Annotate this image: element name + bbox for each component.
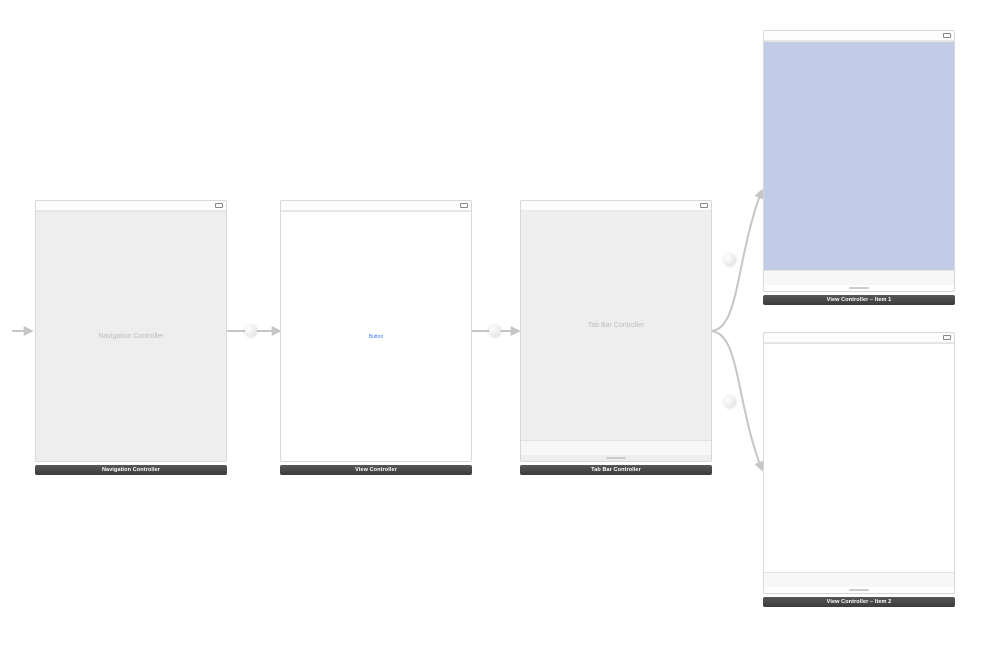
scene-navigation-controller[interactable]: Navigation Controller Navigation Control…	[35, 200, 227, 475]
content-area	[764, 42, 954, 270]
scene-frame: Tab Bar Controller	[520, 200, 712, 462]
storyboard-canvas[interactable]: Navigation Controller Navigation Control…	[0, 0, 985, 646]
battery-icon	[460, 203, 468, 208]
segue-tab-item1[interactable]	[724, 254, 736, 266]
scene-frame: Navigation Controller	[35, 200, 227, 462]
battery-icon	[700, 203, 708, 208]
battery-icon	[943, 335, 951, 340]
home-indicator	[764, 285, 954, 291]
home-indicator	[521, 455, 711, 461]
battery-icon	[943, 33, 951, 38]
status-bar	[764, 333, 954, 343]
content-area: Button	[281, 212, 471, 461]
scene-item-1[interactable]: View Controller – Item 1	[763, 30, 955, 305]
scene-item-2[interactable]: View Controller – Item 2	[763, 332, 955, 607]
battery-icon	[215, 203, 223, 208]
scene-label: View Controller	[280, 465, 472, 475]
status-bar	[36, 201, 226, 211]
placeholder-label: Navigation Controller	[36, 212, 226, 461]
scene-label: Navigation Controller	[35, 465, 227, 475]
tab-bar	[764, 572, 954, 587]
tab-bar	[521, 440, 711, 455]
scene-frame	[763, 30, 955, 292]
scene-label: View Controller – Item 1	[763, 295, 955, 305]
center-button[interactable]: Button	[363, 333, 389, 341]
scene-label: View Controller – Item 2	[763, 597, 955, 607]
scene-frame	[763, 332, 955, 594]
scene-label: Tab Bar Controller	[520, 465, 712, 475]
content-area	[764, 344, 954, 572]
segue-tab-item2[interactable]	[724, 396, 736, 408]
status-bar	[764, 31, 954, 41]
status-bar	[521, 201, 711, 211]
scene-frame: Button	[280, 200, 472, 462]
segue-view-tab[interactable]	[489, 325, 501, 337]
scene-tab-bar-controller[interactable]: Tab Bar Controller Tab Bar Controller	[520, 200, 712, 475]
segue-root-nav[interactable]	[245, 325, 257, 337]
tab-bar	[764, 270, 954, 285]
placeholder-label: Tab Bar Controller	[521, 211, 711, 440]
status-bar	[281, 201, 471, 211]
home-indicator	[764, 587, 954, 593]
scene-view-controller[interactable]: Button View Controller	[280, 200, 472, 475]
